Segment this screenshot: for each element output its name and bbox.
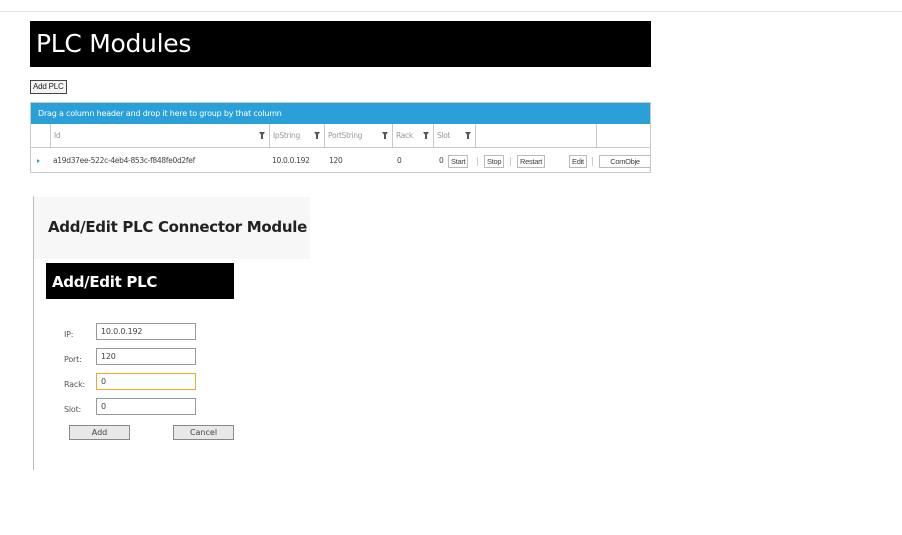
column-header-ipstring[interactable]: IpString	[270, 124, 325, 147]
column-header-label: IpString	[273, 131, 300, 140]
cancel-button[interactable]: Cancel	[173, 425, 234, 440]
top-divider	[0, 11, 902, 12]
group-drop-area[interactable]: Drag a column header and drop it here to…	[31, 103, 650, 124]
filter-icon[interactable]	[382, 132, 388, 139]
column-header-label: Slot	[437, 131, 451, 140]
column-header-label: Rack	[396, 131, 413, 140]
column-header-id[interactable]: Id	[51, 124, 270, 147]
slot-label: Slot:	[64, 405, 82, 414]
com-objects-button[interactable]: ComObje	[599, 155, 650, 168]
filter-icon[interactable]	[465, 132, 471, 139]
grid-header-row: Id IpString PortString Rack Slot	[31, 124, 650, 148]
column-header-label: Id	[54, 131, 61, 140]
table-row: a19d37ee-522c-4eb4-853c-f848fe0d2fef 10.…	[31, 149, 650, 173]
column-header-slot[interactable]: Slot	[434, 124, 476, 147]
edit-button[interactable]: Edit	[569, 155, 587, 168]
filter-icon[interactable]	[423, 132, 429, 139]
ip-label: IP:	[64, 330, 74, 339]
separator	[510, 157, 511, 166]
column-header-commands-1	[476, 124, 597, 147]
restart-button[interactable]: Restart	[517, 155, 546, 168]
ip-field[interactable]	[96, 323, 196, 340]
cell-rack: 0	[397, 156, 402, 165]
column-header-commands-2	[597, 124, 650, 147]
port-field[interactable]	[96, 348, 196, 365]
add-plc-button[interactable]: Add PLC	[30, 80, 67, 94]
stop-button[interactable]: Stop	[484, 155, 505, 168]
rack-label: Rack:	[64, 380, 86, 389]
port-label: Port:	[64, 355, 82, 364]
column-header-label: PortString	[328, 131, 363, 140]
form-title: Add/Edit PLC	[46, 263, 234, 299]
rack-field[interactable]	[96, 373, 196, 390]
cell-id: a19d37ee-522c-4eb4-853c-f848fe0d2fef	[53, 156, 195, 165]
page-title: PLC Modules	[30, 21, 651, 67]
column-header-rack[interactable]: Rack	[393, 124, 434, 147]
slot-field[interactable]	[96, 398, 196, 415]
start-button[interactable]: Start	[448, 155, 469, 168]
plc-grid: Drag a column header and drop it here to…	[30, 102, 651, 173]
filter-icon[interactable]	[314, 132, 320, 139]
add-button[interactable]: Add	[69, 425, 130, 440]
separator	[477, 157, 478, 166]
cell-ip: 10.0.0.192	[272, 156, 310, 165]
cell-port: 120	[329, 156, 343, 165]
header-expander-cell	[31, 124, 51, 147]
separator	[592, 157, 593, 166]
dialog-title: Add/Edit PLC Connector Module	[34, 197, 310, 259]
column-header-portstring[interactable]: PortString	[325, 124, 393, 147]
filter-icon[interactable]	[259, 132, 265, 139]
expand-row-icon[interactable]	[37, 159, 40, 163]
